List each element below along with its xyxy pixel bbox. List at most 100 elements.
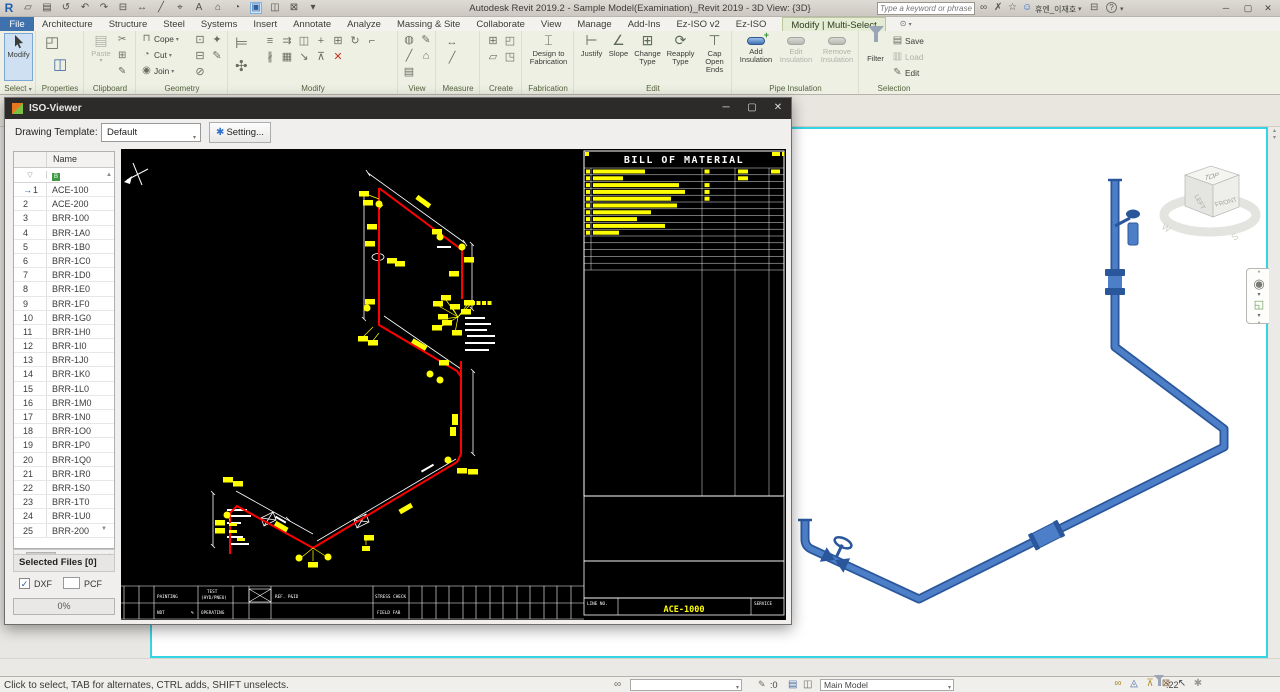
- tab-analyze[interactable]: Analyze: [339, 17, 389, 31]
- canvas-scroll-down-icon[interactable]: ▾: [1270, 135, 1280, 141]
- table-row[interactable]: 22 BRR-1S0: [14, 480, 114, 496]
- cap-open-ends-button[interactable]: ⊤ Cap Open Ends: [698, 32, 731, 81]
- demolish-hammer-icon[interactable]: ✦: [210, 35, 224, 48]
- tab-collaborate[interactable]: Collaborate: [468, 17, 533, 31]
- name-filter-icon[interactable]: B: [52, 172, 60, 181]
- table-row[interactable]: 11 BRR-1H0: [14, 324, 114, 340]
- remove-insulation-button[interactable]: Remove Insulation: [817, 33, 857, 81]
- tab-annotate[interactable]: Annotate: [285, 17, 339, 31]
- user-interface-icon[interactable]: ▤: [402, 67, 416, 80]
- create-group-icon[interactable]: ⊞: [486, 36, 500, 49]
- panel-label-modify[interactable]: Modify: [229, 83, 397, 94]
- move-large-icon[interactable]: ✣: [235, 59, 248, 74]
- paint-icon[interactable]: ✎: [210, 51, 224, 64]
- table-row[interactable]: 13 BRR-1J0: [14, 353, 114, 368]
- help-chevron-icon[interactable]: ▾: [1120, 5, 1124, 13]
- family-types-icon[interactable]: ◰: [45, 35, 59, 50]
- table-row[interactable]: 8 BRR-1E0: [14, 282, 114, 297]
- table-row[interactable]: 9 BRR-1F0: [14, 296, 114, 311]
- scroll-down-icon[interactable]: ▼: [101, 526, 107, 532]
- trim-icon[interactable]: ⌐: [365, 36, 379, 49]
- drawing-template-select[interactable]: Default ▾: [101, 123, 201, 142]
- table-row[interactable]: 5 BRR-1B0: [14, 239, 114, 254]
- table-row[interactable]: 23 BRR-1T0: [14, 495, 114, 510]
- table-row[interactable]: 19 BRR-1P0: [14, 438, 114, 453]
- tab-systems[interactable]: Systems: [193, 17, 245, 31]
- table-row[interactable]: 16 BRR-1M0: [14, 395, 114, 410]
- join-button[interactable]: ◉ Join ▾: [141, 66, 174, 77]
- filter-button[interactable]: Filter: [862, 26, 889, 81]
- pipe-flange-pair[interactable]: [1105, 269, 1125, 295]
- panel-label-measure[interactable]: Measure: [437, 83, 479, 94]
- tab-manage[interactable]: Manage: [569, 17, 619, 31]
- linework-icon[interactable]: ╱: [402, 51, 416, 64]
- table-row[interactable]: 21 BRR-1R0: [14, 466, 114, 481]
- justify-button[interactable]: ⊢ Justify: [578, 32, 605, 81]
- revit-logo[interactable]: R: [3, 2, 15, 14]
- match-type-icon[interactable]: ✎: [118, 67, 126, 77]
- default-3d-icon[interactable]: ⌂: [419, 51, 433, 64]
- tab-architecture[interactable]: Architecture: [34, 17, 101, 31]
- tab-insert[interactable]: Insert: [245, 17, 285, 31]
- hide-elements-icon[interactable]: ◍: [402, 35, 416, 48]
- dialog-minimize-button[interactable]: ─: [713, 98, 739, 119]
- search-input[interactable]: [877, 2, 975, 15]
- worksets-icon[interactable]: ▤: [788, 680, 797, 690]
- ctx-panel-icon[interactable]: ⊙ ▾: [900, 17, 912, 31]
- zoom-icon[interactable]: ◱: [1247, 300, 1271, 311]
- table-rows[interactable]: →1 ACE-100 2 ACE-200 3 BRR-100 4 BRR-1A0 5 BRR-1B…: [14, 183, 114, 538]
- reveal-constraints-icon[interactable]: ◬: [1128, 679, 1140, 689]
- table-row[interactable]: 10 BRR-1G0: [14, 310, 114, 325]
- zoom-chevron-icon[interactable]: ▾: [1247, 313, 1271, 319]
- measure-icon[interactable]: ↔: [136, 3, 148, 13]
- properties-palette-icon[interactable]: ◫: [53, 57, 67, 72]
- table-row[interactable]: →1 ACE-100: [14, 183, 114, 198]
- cope-button[interactable]: ⊓ Cope ▾: [141, 34, 179, 45]
- mirror-icon[interactable]: ◫: [297, 36, 311, 49]
- slope-button[interactable]: ∠ Slope: [606, 32, 631, 81]
- selection-filter-icon[interactable]: [1154, 675, 1164, 692]
- table-row[interactable]: 17 BRR-1N0: [14, 410, 114, 425]
- table-row[interactable]: 24 BRR-1U0: [14, 509, 114, 524]
- panel-label-properties[interactable]: Properties: [37, 83, 83, 94]
- minimize-button[interactable]: ─: [1218, 1, 1234, 15]
- design-options-combo[interactable]: ▾: [630, 679, 742, 691]
- tab-add-ins[interactable]: Add-Ins: [620, 17, 669, 31]
- user-menu-chevron-icon[interactable]: ▾: [1078, 5, 1082, 13]
- change-type-button[interactable]: ⊞ Change Type: [632, 32, 663, 81]
- panel-label-pipe-insulation[interactable]: Pipe Insulation: [733, 83, 858, 94]
- thin-lines-icon[interactable]: ▣: [250, 2, 262, 14]
- override-graphics-icon[interactable]: ✎: [419, 35, 433, 48]
- editable-only-icon[interactable]: ✎: [758, 680, 766, 689]
- dialog-close-button[interactable]: ✕: [765, 98, 791, 119]
- cut-geometry-button[interactable]: ◔ Cut ▾: [141, 50, 171, 61]
- tab-file[interactable]: File: [0, 17, 34, 31]
- table-row[interactable]: 14 BRR-1K0: [14, 367, 114, 382]
- measure-between-icon[interactable]: ↔: [445, 37, 459, 50]
- open-icon[interactable]: ▱: [22, 3, 34, 13]
- setting-button[interactable]: ✱ Setting...: [209, 122, 271, 143]
- tab-steel[interactable]: Steel: [155, 17, 193, 31]
- split-icon[interactable]: ∦: [263, 52, 277, 65]
- delete-icon[interactable]: ✕: [331, 52, 345, 65]
- worksets-combo[interactable]: Main Model ▾: [820, 679, 954, 691]
- close-hidden-windows-icon[interactable]: ⊠: [288, 3, 300, 13]
- switch-windows-icon[interactable]: ◫: [269, 3, 281, 13]
- selection-edit-button[interactable]: ✎ Edit: [892, 68, 919, 79]
- align-large-icon[interactable]: ⊨: [235, 36, 248, 51]
- dialog-maximize-button[interactable]: ▢: [739, 98, 765, 119]
- add-insulation-button[interactable]: Add Insulation: [737, 31, 775, 81]
- search-binoculars-icon[interactable]: ∞: [980, 2, 987, 13]
- table-row[interactable]: 2 ACE-200: [14, 197, 114, 212]
- panel-label-edit[interactable]: Edit: [575, 83, 731, 94]
- panel-label-view[interactable]: View: [399, 83, 435, 94]
- pcf-checkbox[interactable]: [63, 577, 80, 589]
- table-row[interactable]: 7 BRR-1D0: [14, 268, 114, 283]
- unjoin-icon[interactable]: ⊘: [193, 67, 207, 80]
- undo-icon[interactable]: ↶: [79, 3, 91, 13]
- background-processes-icon[interactable]: ✱: [1192, 679, 1204, 689]
- restore-button[interactable]: ▢: [1240, 1, 1256, 15]
- iso-drawing-viewport[interactable]: BILL OF MATERIAL LINE NO. ACE-1000 SERVI…: [121, 149, 786, 620]
- edit-insulation-button[interactable]: Edit Insulation: [777, 33, 815, 81]
- tab-structure[interactable]: Structure: [101, 17, 156, 31]
